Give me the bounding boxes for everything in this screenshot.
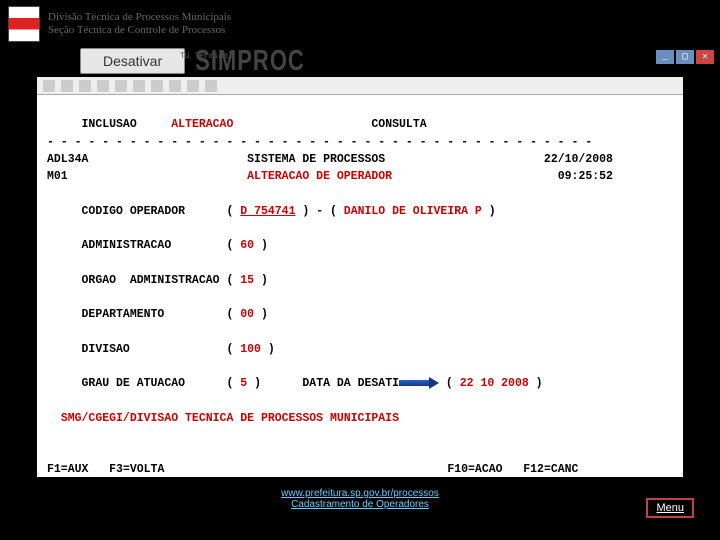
screen-date: 22/10/2008: [544, 153, 613, 166]
codigo-label: CODIGO OPERADOR: [82, 205, 186, 218]
codigo-value[interactable]: D 754741: [240, 205, 295, 218]
minimize-icon[interactable]: _: [656, 50, 674, 64]
toolbar-icon[interactable]: [133, 80, 145, 92]
toolbar-icon[interactable]: [97, 80, 109, 92]
f10-key[interactable]: F10=ACAO: [447, 463, 502, 476]
screen-code: ADL34A: [47, 153, 88, 166]
terminal-window: INCLUSAO ALTERACAO CONSULTA - - - - - - …: [36, 76, 684, 478]
menu-inclusao[interactable]: INCLUSAO: [82, 118, 137, 131]
codigo-name: DANILO DE OLIVEIRA P: [344, 205, 482, 218]
screen-title: SISTEMA DE PROCESSOS: [247, 153, 385, 166]
dept-title-1: Divisão Técnica de Processos Municipais: [48, 11, 231, 24]
divisao-label: DIVISAO: [82, 343, 130, 356]
toolbar-icon[interactable]: [79, 80, 91, 92]
menu-consulta[interactable]: CONSULTA: [371, 118, 426, 131]
divisao-value[interactable]: 100: [240, 343, 261, 356]
terminal-toolbar: [37, 77, 683, 95]
close-icon[interactable]: ✕: [696, 50, 714, 64]
admin-value[interactable]: 60: [240, 239, 254, 252]
data-desat-value[interactable]: 22 10 2008: [460, 377, 529, 390]
footer-link-processos[interactable]: www.prefeitura.sp.gov.br/processos: [0, 488, 720, 499]
terminal-body: INCLUSAO ALTERACAO CONSULTA - - - - - - …: [37, 95, 683, 478]
toolbar-icon[interactable]: [187, 80, 199, 92]
toolbar-icon[interactable]: [205, 80, 217, 92]
dept-title-2: Seção Técnica de Controle de Processos: [48, 24, 231, 37]
footer-link-cadastramento[interactable]: Cadastramento de Operadores: [0, 499, 720, 510]
orgao-label: ORGAO ADMINISTRACAO: [82, 274, 220, 287]
maximize-icon[interactable]: ▢: [676, 50, 694, 64]
toolbar-icon[interactable]: [151, 80, 163, 92]
admin-label: ADMINISTRACAO: [82, 239, 172, 252]
city-crest-logo: [8, 6, 40, 42]
toolbar-icon[interactable]: [169, 80, 181, 92]
f12-key[interactable]: F12=CANC: [523, 463, 578, 476]
toolbar-icon[interactable]: [43, 80, 55, 92]
grau-value[interactable]: 5: [240, 377, 247, 390]
f3-key[interactable]: F3=VOLTA: [109, 463, 164, 476]
menu-button[interactable]: Menu: [646, 498, 694, 518]
screen-subtitle: ALTERACAO DE OPERADOR: [247, 170, 392, 183]
desativar-tab[interactable]: Desativar: [80, 48, 185, 74]
f1-key[interactable]: F1=AUX: [47, 463, 88, 476]
org-path: SMG/CGEGI/DIVISAO TECNICA DE PROCESSOS M…: [61, 412, 399, 425]
screen-time: 09:25:52: [558, 170, 613, 183]
arrow-icon: [399, 377, 439, 389]
toolbar-icon[interactable]: [61, 80, 73, 92]
toolbar-icon[interactable]: [115, 80, 127, 92]
depto-value[interactable]: 00: [240, 308, 254, 321]
app-title: SIMPROC: [195, 44, 305, 78]
data-desat-label: DATA DA DESATI: [302, 377, 399, 390]
menu-alteracao[interactable]: ALTERACAO: [171, 118, 233, 131]
device-code: M01: [47, 170, 68, 183]
depto-label: DEPARTAMENTO: [82, 308, 165, 321]
orgao-value[interactable]: 15: [240, 274, 254, 287]
grau-label: GRAU DE ATUACAO: [82, 377, 186, 390]
